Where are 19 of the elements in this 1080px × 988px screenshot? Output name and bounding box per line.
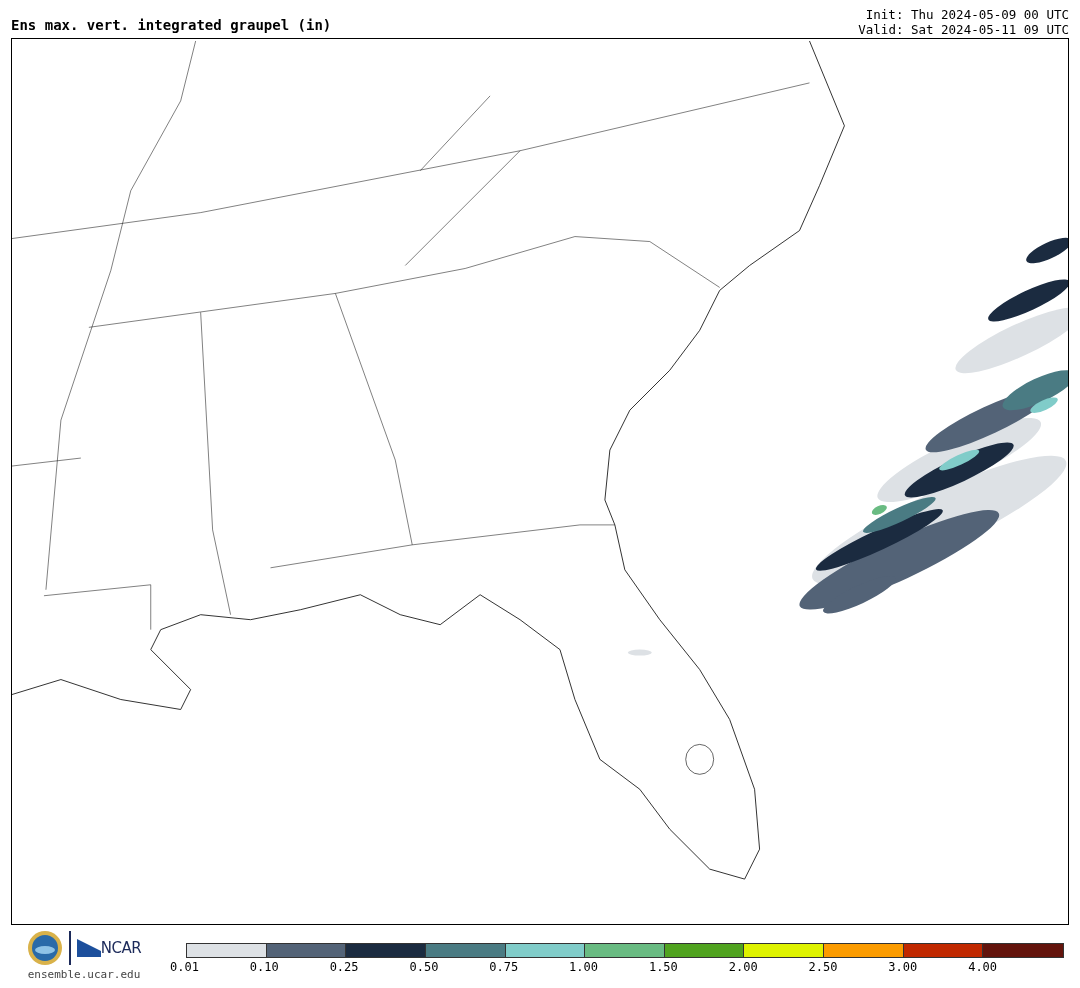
tick-label: 0.01 [170, 960, 199, 974]
valid-time: Valid: Sat 2024-05-11 09 UTC [858, 22, 1069, 37]
site-url: ensemble.ucar.edu [27, 968, 141, 981]
tick-label: 4.00 [968, 960, 998, 974]
seal-icon [26, 930, 63, 966]
tick-label: 0.50 [409, 960, 439, 974]
tick-label: 0.10 [249, 960, 279, 974]
swoosh-icon [76, 939, 101, 957]
divider-line-icon [68, 931, 71, 965]
tick-label: 1.00 [569, 960, 598, 974]
logo-text: NCAR [100, 939, 142, 957]
init-time: Init: Thu 2024-05-09 00 UTC [865, 7, 1069, 22]
tick-label: 2.00 [728, 960, 758, 974]
chart-title: Ens max. vert. integrated graupel (in) [11, 17, 332, 33]
tick-label: 0.75 [489, 960, 519, 974]
tick-label: 2.50 [808, 960, 838, 974]
tick-label: 1.50 [648, 960, 678, 974]
tick-label: 3.00 [888, 960, 918, 974]
tick-label: 0.25 [329, 960, 359, 974]
